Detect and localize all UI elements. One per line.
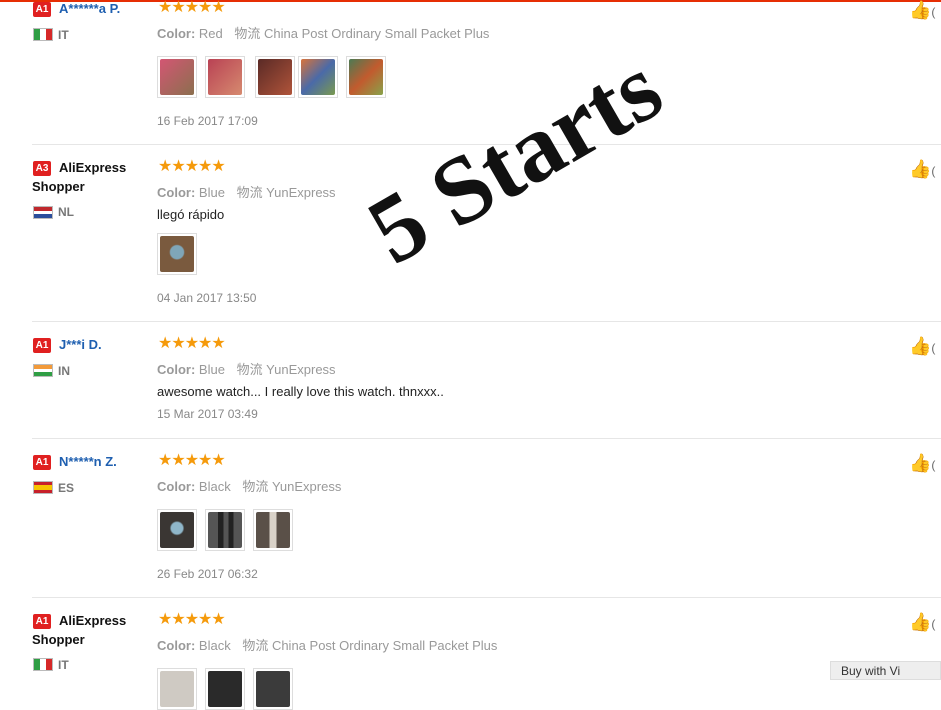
color-label: Color: <box>157 479 196 494</box>
order-info: Color: Black 物流 China Post Ordinary Smal… <box>157 635 497 654</box>
star-rating: ★★★★★ <box>158 158 226 175</box>
color-value: Blue <box>198 185 225 200</box>
buyer-level-badge: A1 <box>33 455 51 470</box>
review-date: 04 Jan 2017 13:50 <box>157 291 257 305</box>
shipping-method: 物流 China Post Ordinary Small Packet Plus <box>242 638 498 653</box>
like-count: ( <box>931 341 936 355</box>
review-photo[interactable] <box>205 56 245 98</box>
thumbs-up-icon: 👍 <box>909 0 932 20</box>
like-button[interactable]: 👍( <box>909 612 935 633</box>
buyer-level-badge: A1 <box>33 338 51 353</box>
thumbs-up-icon: 👍 <box>909 612 932 632</box>
star-rating: ★★★★★ <box>158 0 226 16</box>
shipping-method: 物流 YunExpress <box>242 479 342 494</box>
review-date: 16 Feb 2017 17:09 <box>157 114 258 128</box>
reviewer-country: IT <box>58 658 69 672</box>
review-photo[interactable] <box>205 668 245 710</box>
review-text: llegó rápido <box>157 207 225 222</box>
review-photo[interactable] <box>157 668 197 710</box>
review-photo[interactable] <box>346 56 386 98</box>
reviewer-name: AliExpress Shopper <box>32 613 127 647</box>
star-rating: ★★★★★ <box>158 452 226 469</box>
review-photo[interactable] <box>157 233 197 275</box>
flag-icon-it <box>33 28 53 41</box>
like-button[interactable]: 👍( <box>909 159 935 180</box>
shipping-method: 物流 YunExpress <box>236 362 336 377</box>
shipping-method: 物流 YunExpress <box>236 185 336 200</box>
flag-icon-in <box>33 364 53 377</box>
reviewer-name[interactable]: J***i D. <box>59 337 102 353</box>
thumbs-up-icon: 👍 <box>909 453 932 473</box>
review-photo[interactable] <box>255 56 295 98</box>
reviewer-name[interactable]: A******a P. <box>59 1 120 17</box>
order-info: Color: Blue 物流 YunExpress <box>157 182 336 201</box>
color-label: Color: <box>157 638 196 653</box>
review-text: awesome watch... I really love this watc… <box>157 384 444 399</box>
like-button[interactable]: 👍( <box>909 0 935 21</box>
color-label: Color: <box>157 26 196 41</box>
like-count: ( <box>931 164 936 178</box>
review-date: 26 Feb 2017 06:32 <box>157 567 258 581</box>
review-item: A1 N*****n Z. ES ★★★★★ Color: Black 物流 Y… <box>0 439 941 598</box>
like-count: ( <box>931 458 936 472</box>
flag-icon-es <box>33 481 53 494</box>
like-count: ( <box>931 617 936 631</box>
reviewer-country: ES <box>58 481 75 495</box>
color-label: Color: <box>157 185 196 200</box>
order-info: Color: Red 物流 China Post Ordinary Small … <box>157 23 489 42</box>
review-date: 15 Mar 2017 03:49 <box>157 407 258 421</box>
like-count: ( <box>931 5 936 19</box>
star-rating: ★★★★★ <box>158 611 226 628</box>
order-info: Color: Black 物流 YunExpress <box>157 476 341 495</box>
thumbs-up-icon: 👍 <box>909 159 932 179</box>
color-value: Red <box>198 26 223 41</box>
like-button[interactable]: 👍( <box>909 336 935 357</box>
review-item: A1 J***i D. IN ★★★★★ Color: Blue 物流 YunE… <box>0 322 941 439</box>
order-info: Color: Blue 物流 YunExpress <box>157 359 336 378</box>
review-photo[interactable] <box>253 668 293 710</box>
bottom-action-button[interactable]: Buy with Vi <box>830 661 941 680</box>
like-button[interactable]: 👍( <box>909 453 935 474</box>
shipping-method: 物流 China Post Ordinary Small Packet Plus <box>234 26 490 41</box>
color-value: Black <box>198 479 231 494</box>
review-item: A1 AliExpress Shopper IT ★★★★★ Color: Bl… <box>0 598 941 710</box>
reviewer-country: IT <box>58 28 69 42</box>
review-photo[interactable] <box>205 509 245 551</box>
flag-icon-nl <box>33 206 53 219</box>
review-photo[interactable] <box>298 56 338 98</box>
color-value: Black <box>198 638 231 653</box>
reviewer-name[interactable]: N*****n Z. <box>59 454 117 470</box>
review-photo[interactable] <box>157 56 197 98</box>
color-label: Color: <box>157 362 196 377</box>
review-photo[interactable] <box>253 509 293 551</box>
flag-icon-it <box>33 658 53 671</box>
color-value: Blue <box>198 362 225 377</box>
thumbs-up-icon: 👍 <box>909 336 932 356</box>
reviewer-name: AliExpress Shopper <box>32 160 127 194</box>
review-photo[interactable] <box>157 509 197 551</box>
reviewer-country: IN <box>58 364 70 378</box>
reviewer-country: NL <box>58 205 74 219</box>
buyer-level-badge: A1 <box>33 2 51 17</box>
star-rating: ★★★★★ <box>158 335 226 352</box>
